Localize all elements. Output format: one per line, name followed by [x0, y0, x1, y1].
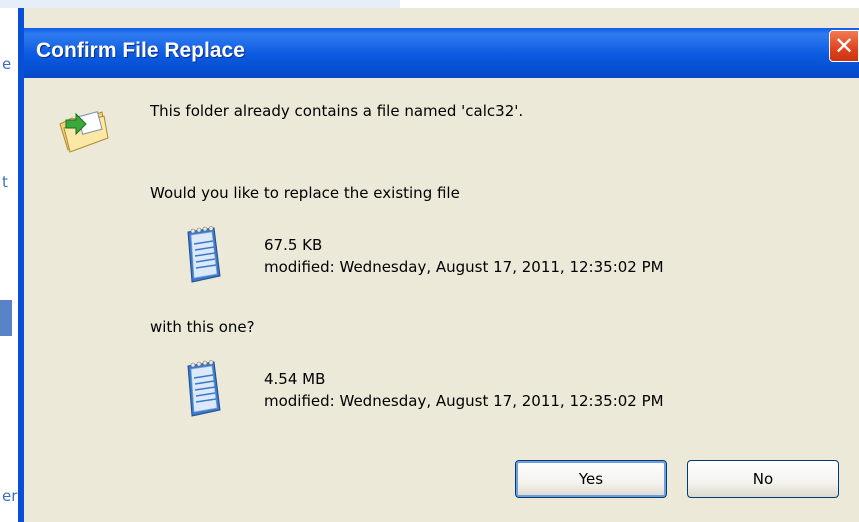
close-icon: ✕ [833, 32, 855, 60]
dialog-body: This folder already contains a file name… [24, 78, 859, 522]
yes-button[interactable]: Yes [515, 460, 667, 498]
background-text: t [2, 173, 8, 191]
confirm-file-replace-dialog: Confirm File Replace ✕ This folder alrea… [18, 8, 859, 522]
title-bar[interactable]: Confirm File Replace ✕ [24, 28, 859, 78]
new-file-size: 4.54 MB [264, 370, 326, 388]
new-file-modified: modified: Wednesday, August 17, 2011, 12… [264, 392, 664, 410]
with-this-one-text: with this one? [150, 318, 255, 336]
notepad-file-icon [187, 226, 221, 283]
close-button[interactable]: ✕ [829, 30, 859, 62]
background-selection [0, 300, 12, 336]
notepad-file-icon [187, 360, 221, 417]
background-text: er [2, 487, 18, 505]
background-text: e [2, 55, 12, 73]
existing-file-modified: modified: Wednesday, August 17, 2011, 12… [264, 258, 664, 276]
dialog-title: Confirm File Replace [36, 39, 245, 62]
existing-file-size: 67.5 KB [264, 236, 323, 254]
no-button[interactable]: No [687, 460, 839, 498]
background-toolbar [0, 0, 400, 8]
question-text: Would you like to replace the existing f… [150, 184, 460, 202]
message-text: This folder already contains a file name… [150, 102, 524, 120]
folder-replace-icon [59, 111, 109, 153]
